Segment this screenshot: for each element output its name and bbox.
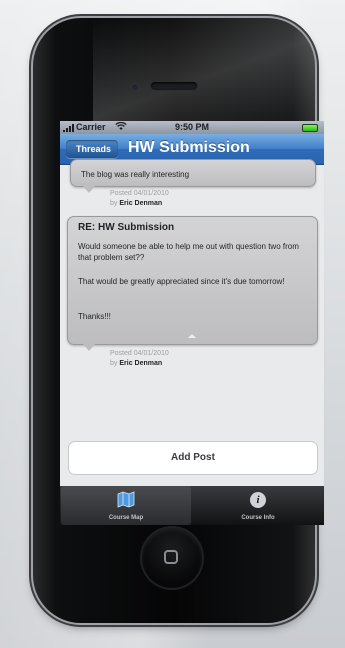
bubble-tail — [82, 185, 96, 193]
post-author-line: by Eric Denman — [110, 359, 169, 369]
post-heading: RE: HW Submission — [78, 222, 175, 233]
home-square-icon — [164, 550, 178, 564]
thread-content[interactable]: The blog was really interesting Posted 0… — [60, 159, 324, 447]
post-body: The blog was really interesting — [81, 170, 190, 179]
threads-back-button[interactable]: Threads — [66, 140, 119, 158]
post-author: Eric Denman — [119, 200, 163, 207]
post-paragraph: Thanks!!! — [78, 312, 111, 321]
post-meta: Posted 04/01/2010 by Eric Denman — [110, 189, 169, 209]
by-label: by — [110, 360, 118, 367]
post-bubble: RE: HW Submission Would someone be able … — [67, 216, 318, 345]
tab-label: Course Info — [241, 515, 275, 521]
tab-course-info[interactable]: i Course Info — [193, 486, 323, 525]
post-bubble: The blog was really interesting — [70, 159, 316, 187]
post-paragraph: That would be greatly appreciated since … — [78, 277, 285, 286]
post-author-line: by Eric Denman — [110, 199, 169, 209]
page-title: HW Submission — [128, 139, 250, 156]
earpiece-speaker — [151, 82, 197, 90]
by-label: by — [110, 200, 118, 207]
device-screen: Carrier 9:50 PM Threads HW Submission Th… — [60, 121, 324, 525]
post-meta: Posted 04/01/2010 by Eric Denman — [110, 349, 169, 369]
tab-bar: Course Map i Course Info — [60, 486, 324, 525]
bubble-tail — [82, 343, 96, 351]
iphone-device: Carrier 9:50 PM Threads HW Submission Th… — [33, 18, 324, 623]
front-camera — [132, 84, 138, 90]
post-paragraph: Would someone be able to help me out wit… — [78, 242, 299, 262]
battery-icon — [302, 124, 318, 132]
info-icon: i — [250, 492, 266, 508]
post-date: Posted 04/01/2010 — [110, 350, 169, 357]
post-date: Posted 04/01/2010 — [110, 190, 169, 197]
status-time: 9:50 PM — [174, 122, 209, 132]
tab-label: Course Map — [108, 515, 144, 521]
post-author: Eric Denman — [119, 360, 163, 367]
map-icon — [117, 491, 135, 508]
home-button[interactable] — [142, 528, 202, 588]
tab-course-map[interactable]: Course Map — [61, 486, 191, 525]
expand-caret-icon — [188, 334, 196, 338]
add-post-button[interactable]: Add Post — [68, 441, 318, 475]
status-bar: Carrier 9:50 PM — [60, 121, 324, 134]
